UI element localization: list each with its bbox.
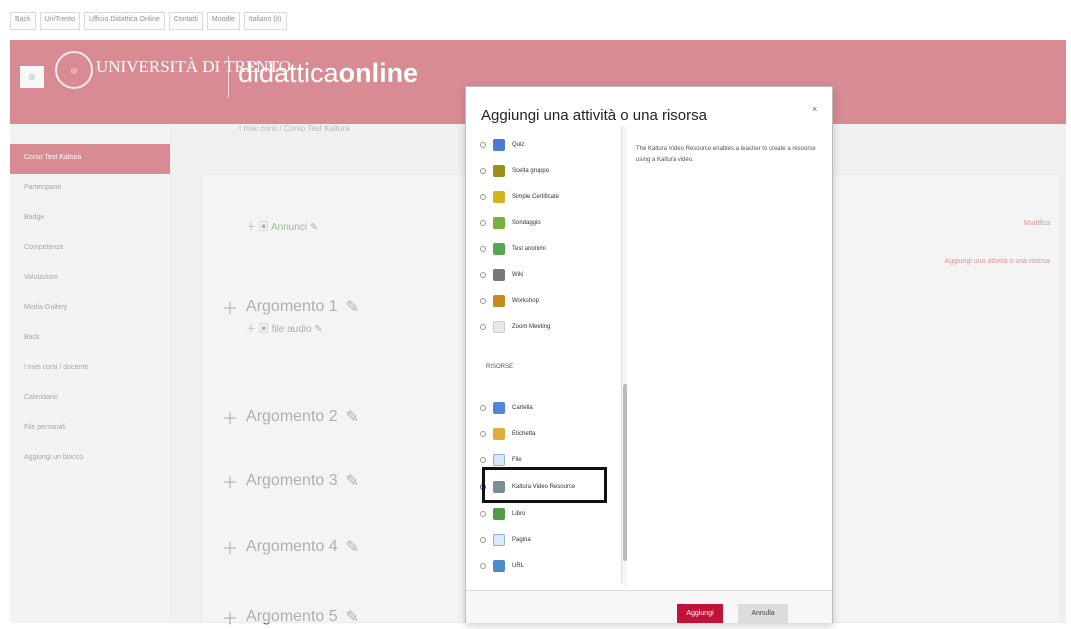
selected-option-highlight [482,467,607,503]
sidebar-item-competencies[interactable]: Competenze [10,234,170,264]
header-divider [228,56,229,98]
option-quiz[interactable]: Quiz [480,133,620,157]
close-icon[interactable]: × [812,104,817,114]
option-simple-certificate[interactable]: Simple Certificate [480,185,620,209]
sidebar-item-files[interactable]: File personali [10,414,170,444]
brand-logo: didatticaonline [238,58,419,88]
option-url[interactable]: URL [480,554,620,578]
topic-1: ＋ Argomento 1 ✎ [222,298,360,318]
sidebar-item-grades[interactable]: Valutazioni [10,264,170,294]
option-zoom-meeting[interactable]: Zoom Meeting [480,315,620,339]
university-seal-icon: ◎ [55,51,93,89]
hamburger-icon: ≡ [28,70,36,84]
breadcrumb[interactable]: I miei corsi / Corso Test Kaltura [239,124,350,133]
activity-description: The Kaltura Video Resource enables a tea… [636,146,816,163]
add-button[interactable]: Aggiungi [677,604,723,623]
top-navigation: Back UniTrento Ufficio Didattica Online … [10,12,287,30]
option-group-choice[interactable]: Scelta gruppo [480,159,620,183]
sidebar-item-calendar[interactable]: Calendario [10,384,170,414]
option-wiki[interactable]: Wiki [480,263,620,287]
menu-toggle-button[interactable]: ≡ [20,66,44,88]
top-nav-language[interactable]: Italiano (it) [243,12,287,30]
option-label[interactable]: Etichetta [480,422,620,446]
sidebar-item-back[interactable]: Back [10,324,170,354]
cancel-button[interactable]: Annulla [738,604,788,623]
top-nav-contatti[interactable]: Contatti [168,12,203,30]
sidebar-item-course[interactable]: Corso Test Kaltura [10,144,170,174]
edit-menu-announcement[interactable]: Modifica [1024,220,1050,227]
sidebar: Corso Test Kaltura Partecipanti Badge Co… [10,124,171,623]
activity-list-scrollbar[interactable] [621,127,627,583]
option-workshop[interactable]: Workshop [480,289,620,313]
topic-3: ＋ Argomento 3 ✎ [222,472,360,492]
dialog-title: Aggiungi una attività o una risorsa [481,107,707,124]
sidebar-item-media[interactable]: Media Gallery [10,294,170,324]
option-survey[interactable]: Sondaggio [480,211,620,235]
top-nav-back[interactable]: Back [10,12,36,30]
sidebar-item-badge[interactable]: Badge [10,204,170,234]
activity-list[interactable]: Quiz Scelta gruppo Simple Certificate So… [474,133,626,587]
top-nav-didattica[interactable]: Ufficio Didattica Online [84,12,165,30]
option-anonymous-test[interactable]: Test anonimi [480,237,620,261]
topic-4: ＋ Argomento 4 ✎ [222,538,360,558]
topic-2: ＋ Argomento 2 ✎ [222,408,360,428]
announcement-link[interactable]: ＋ ▣ Annunci ✎ [246,218,318,233]
sidebar-item-participants[interactable]: Partecipanti [10,174,170,204]
add-activity-dialog: Aggiungi una attività o una risorsa × Qu… [465,86,833,623]
option-page[interactable]: Pagina [480,528,620,552]
option-folder[interactable]: Cartella [480,396,620,420]
resources-section-label: RISORSE [486,364,514,370]
top-nav-moodle[interactable]: Moodle [206,12,240,30]
scrollbar-thumb[interactable] [623,384,627,561]
top-nav-unitrento[interactable]: UniTrento [39,12,81,30]
topic-5: ＋ Argomento 5 ✎ [222,608,360,628]
dialog-footer: Aggiungi Annulla [466,590,832,623]
audio-file-link[interactable]: ＋ ▣ file audio ✎ [246,320,323,335]
sidebar-item-add-block[interactable]: Aggiungi un blocco [10,444,170,474]
add-activity-link[interactable]: Aggiungi una attività o una risorsa [945,258,1050,265]
sidebar-item-my-courses[interactable]: I miei corsi / docente [10,354,170,384]
option-book[interactable]: Libro [480,502,620,526]
